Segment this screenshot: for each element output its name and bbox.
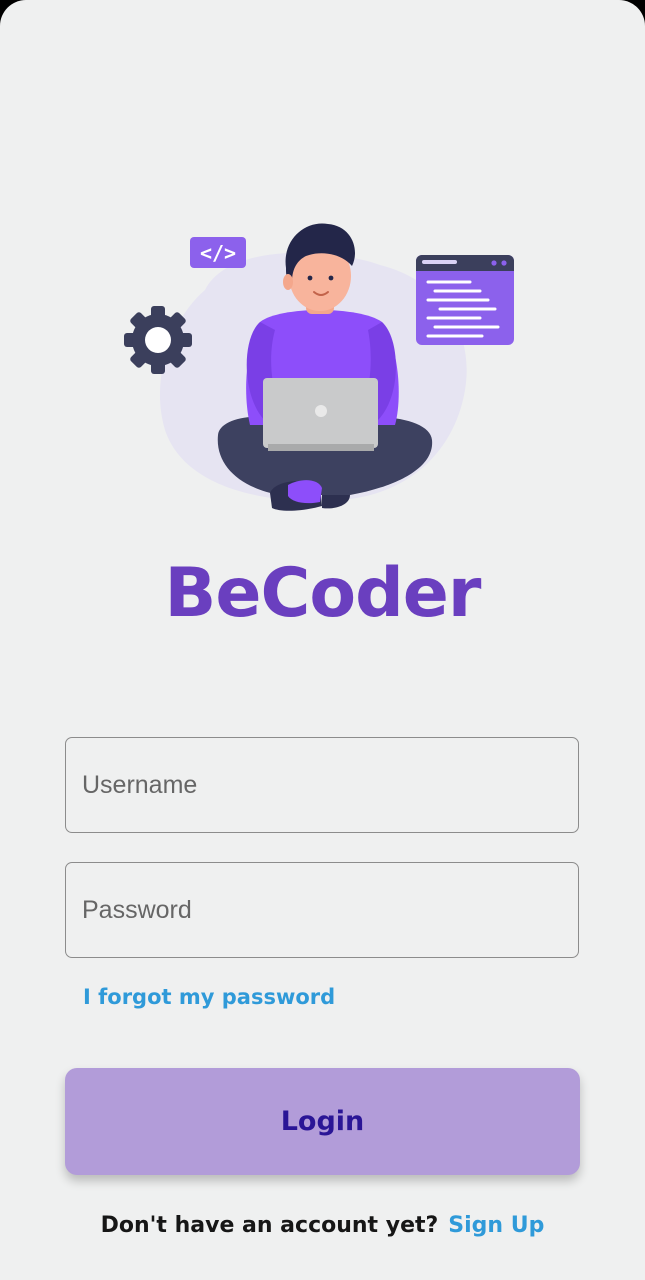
username-input[interactable]	[66, 738, 578, 832]
login-screen: </> BeCoder Username I forgot my passwor…	[0, 0, 645, 1280]
signup-prompt: Don't have an account yet? Sign Up	[0, 1213, 645, 1238]
signup-prompt-text: Don't have an account yet?	[100, 1213, 439, 1238]
hero-illustration: </>	[110, 210, 530, 530]
browser-window-icon	[416, 255, 514, 345]
gear-icon	[124, 306, 192, 374]
login-button[interactable]: Login	[65, 1068, 580, 1175]
code-tag-icon: </>	[190, 237, 246, 268]
username-field[interactable]	[65, 737, 579, 833]
password-input[interactable]	[66, 863, 578, 957]
app-logo-title: BeCoder	[164, 554, 482, 633]
signup-link[interactable]: Sign Up	[448, 1213, 544, 1238]
login-button-label: Login	[280, 1106, 365, 1137]
forgot-password-link[interactable]: I forgot my password	[83, 985, 335, 1009]
password-field[interactable]	[65, 862, 579, 958]
svg-text:</>: </>	[200, 241, 236, 265]
developer-illustration: </>	[124, 223, 514, 511]
